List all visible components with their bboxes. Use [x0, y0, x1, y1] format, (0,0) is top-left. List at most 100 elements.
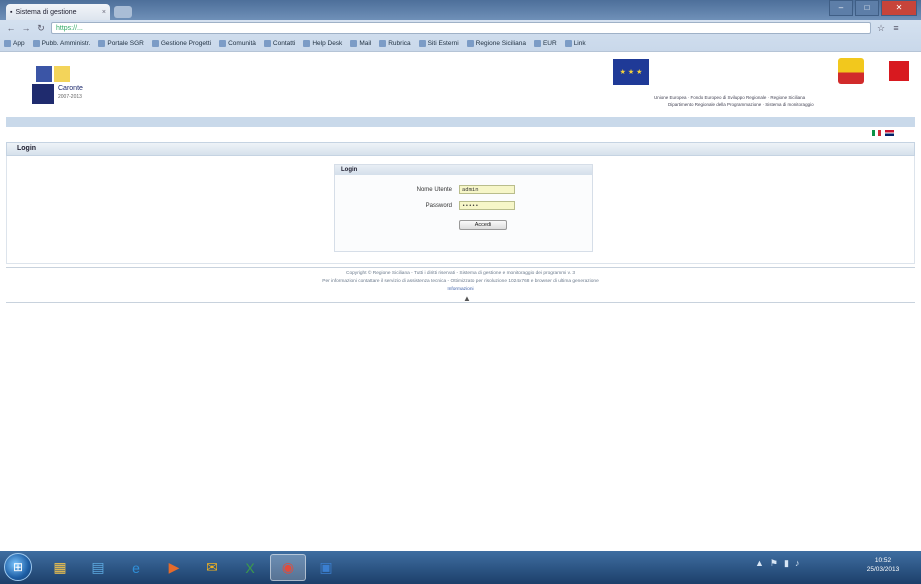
taskbar-app-glyph: ▣: [319, 559, 333, 575]
bookmark-label: Gestione Progetti: [160, 40, 212, 47]
bookmark-label: Portale SGR: [107, 40, 144, 47]
bookmark-favicon-icon: [466, 40, 474, 47]
explorer-icon[interactable]: ▦: [42, 554, 78, 581]
tab-favicon-icon: ▪: [10, 8, 13, 16]
outlook-icon[interactable]: ✉: [194, 554, 230, 581]
taskbar-clock[interactable]: 10:52 25/03/2013: [855, 556, 911, 574]
login-box-title: Login: [335, 165, 592, 175]
bookmark-label: Help Desk: [312, 40, 343, 47]
bookmark-favicon-icon: [219, 40, 227, 47]
forward-button[interactable]: →: [21, 23, 31, 33]
bookmark-item[interactable]: Pubb. Amministr.: [32, 40, 91, 47]
taskbar-app-glyph: ▦: [53, 559, 67, 575]
bookmark-label: EUR: [542, 40, 557, 47]
footer-divider-top: [6, 267, 915, 268]
bookmarks-bar: App Pubb. Amministr. Portale SGR Gestione P…: [0, 36, 921, 52]
bookmark-item[interactable]: Siti Esterni: [418, 40, 459, 47]
taskbar-app-glyph: X: [245, 559, 255, 576]
tab-strip: [0, 0, 921, 20]
start-button[interactable]: ⊞: [4, 553, 32, 581]
bookmark-item[interactable]: Mail: [350, 40, 371, 47]
logo-subtext: 2007-2013: [58, 94, 82, 100]
taskbar-app-glyph: ◉: [281, 559, 295, 575]
bookmark-item[interactable]: Gestione Progetti: [151, 40, 212, 47]
navigation-bar: ← → ↻ https://... ☆ ≡: [0, 20, 921, 36]
taskbar-app-glyph: ▶: [168, 559, 180, 575]
language-selector: [872, 130, 894, 136]
bookmark-favicon-icon: [303, 40, 311, 47]
bookmark-favicon-icon: [98, 40, 106, 47]
bookmark-favicon-icon: [32, 40, 40, 47]
section-title-bar: Login: [6, 142, 915, 156]
bookmark-item[interactable]: Comunità: [219, 40, 256, 47]
footer-line1: Copyright © Regione Siciliana - Tutti i …: [346, 271, 575, 276]
maximize-button[interactable]: □: [855, 0, 879, 16]
password-input[interactable]: •••••: [459, 201, 515, 210]
system-tray: ▲ ⚑ ▮ ♪: [755, 558, 799, 569]
bookmark-item[interactable]: Regione Siciliana: [466, 40, 526, 47]
bookmark-favicon-icon: [4, 40, 11, 47]
minimize-button[interactable]: –: [829, 0, 853, 16]
italian-flag-icon[interactable]: [872, 130, 881, 136]
bookmark-item[interactable]: Link: [564, 40, 586, 47]
bookmark-star-icon[interactable]: ☆: [876, 23, 886, 34]
excel-icon[interactable]: X: [232, 554, 268, 581]
logo-square-blue: [36, 66, 52, 82]
action-center-icon[interactable]: ⚑: [770, 558, 778, 569]
logo-square-yellow: [54, 66, 70, 82]
internet-explorer-icon[interactable]: e: [118, 554, 154, 581]
folder-icon[interactable]: ▤: [80, 554, 116, 581]
bookmark-item[interactable]: EUR: [533, 40, 557, 47]
browser-menu-icon[interactable]: ≡: [891, 23, 901, 33]
bookmark-item[interactable]: Contatti: [263, 40, 296, 47]
bookmark-label: Regione Siciliana: [475, 40, 526, 47]
chrome-icon[interactable]: ◉: [270, 554, 306, 581]
password-label: Password: [425, 203, 452, 209]
bookmark-label: App: [13, 40, 25, 47]
logo-text: Caronte: [58, 85, 83, 92]
footer-link[interactable]: Informazioni: [0, 287, 921, 292]
bookmark-favicon-icon: [533, 40, 541, 47]
app-window-icon[interactable]: ▣: [308, 554, 344, 581]
bookmark-item[interactable]: Help Desk: [303, 40, 342, 47]
bookmark-item[interactable]: Portale SGR: [98, 40, 144, 47]
tray-expand-icon[interactable]: ▲: [755, 558, 764, 569]
network-icon[interactable]: ▮: [784, 558, 789, 569]
username-input[interactable]: admin: [459, 185, 515, 194]
taskbar-app-glyph: ▤: [91, 559, 105, 575]
bookmark-item[interactable]: App: [4, 40, 25, 47]
english-flag-icon[interactable]: [885, 130, 894, 136]
footer-divider-bottom: [6, 302, 915, 303]
back-button[interactable]: ←: [6, 23, 16, 33]
bookmark-favicon-icon: [379, 40, 387, 47]
clock-date: 25/03/2013: [866, 566, 900, 573]
bookmark-label: Mail: [359, 40, 372, 47]
volume-icon[interactable]: ♪: [795, 558, 800, 569]
bookmark-label: Comunità: [228, 40, 256, 47]
reload-button[interactable]: ↻: [36, 23, 46, 34]
login-submit-button[interactable]: Accedi: [459, 220, 507, 230]
media-icon[interactable]: ▶: [156, 554, 192, 581]
bookmark-label: Contatti: [272, 40, 296, 47]
taskbar-app-glyph: ✉: [206, 559, 218, 575]
footer-line2: Per informazioni contattare il servizio …: [322, 279, 599, 284]
bookmark-label: Pubb. Amministr.: [41, 40, 91, 47]
taskbar-app-glyph: e: [132, 559, 140, 576]
bookmark-favicon-icon: [263, 40, 271, 47]
bookmark-item[interactable]: Rubrica: [379, 40, 411, 47]
region-crest-icon: [838, 58, 864, 84]
bookmark-label: Siti Esterni: [427, 40, 459, 47]
bookmark-label: Link: [573, 40, 586, 47]
browser-tab[interactable]: ▪ Sistema di gestione ×: [6, 4, 110, 20]
tab-close-icon[interactable]: ×: [102, 9, 106, 16]
tab-title: Sistema di gestione: [15, 8, 77, 16]
header-caption-line1: Unione Europea · Fondo Europeo di Svilup…: [654, 95, 806, 100]
new-tab-button[interactable]: [114, 6, 132, 18]
bookmark-favicon-icon: [151, 40, 159, 47]
address-bar[interactable]: https://...: [51, 22, 871, 34]
header-divider-bar: [6, 117, 915, 127]
eu-flag-icon: ★ ★ ★: [613, 59, 649, 85]
window-controls: – □ ✕: [829, 0, 917, 16]
close-window-button[interactable]: ✕: [881, 0, 917, 16]
bookmark-label: Rubrica: [388, 40, 411, 47]
